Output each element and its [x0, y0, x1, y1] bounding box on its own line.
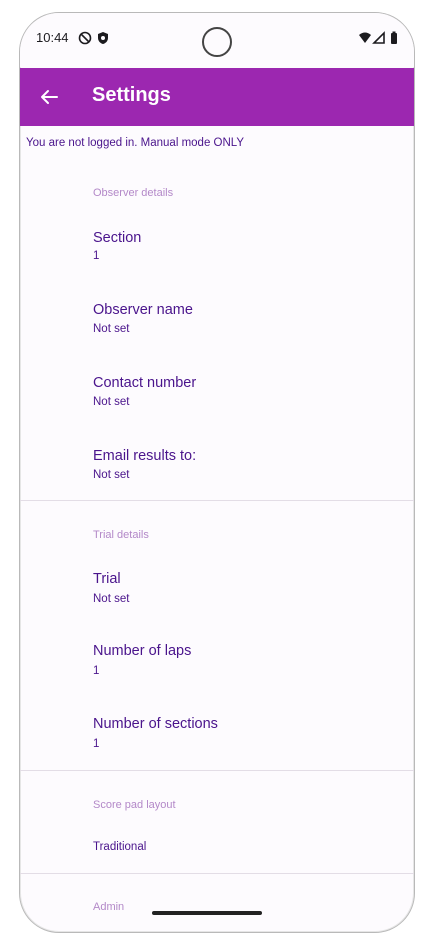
- category-observer-details: Observer details: [93, 187, 174, 199]
- page-title: Settings: [92, 84, 171, 106]
- pref-section-title: Section: [93, 230, 142, 246]
- back-arrow-icon[interactable]: [38, 86, 60, 108]
- app-bar: Settings: [20, 68, 414, 126]
- pref-number-of-laps-title: Number of laps: [93, 643, 192, 659]
- category-score-pad-layout: Score pad layout: [93, 799, 176, 811]
- login-notice: You are not logged in. Manual mode ONLY: [26, 137, 245, 149]
- divider: [20, 770, 414, 771]
- category-admin: Admin: [93, 901, 125, 913]
- pref-contact-number-value: Not set: [93, 396, 130, 408]
- pref-number-of-sections-title: Number of sections: [93, 716, 218, 732]
- pref-observer-name-title: Observer name: [93, 302, 193, 318]
- pref-section-value: 1: [93, 250, 100, 262]
- pref-number-of-sections-value: 1: [93, 738, 100, 750]
- gesture-nav-bar[interactable]: [152, 911, 262, 915]
- divider: [20, 873, 414, 874]
- shield-icon: [98, 32, 108, 44]
- pref-email-results-value: Not set: [93, 469, 130, 481]
- signal-icon: [372, 31, 385, 44]
- pref-observer-name-value: Not set: [93, 323, 130, 335]
- battery-icon: [391, 31, 397, 44]
- pref-trial-value: Not set: [93, 593, 130, 605]
- divider: [20, 500, 414, 501]
- pref-email-results-title: Email results to:: [93, 448, 197, 464]
- camera-cutout: [202, 27, 232, 57]
- wifi-icon: [359, 32, 371, 43]
- category-trial-details: Trial details: [93, 529, 149, 541]
- phone-frame: 10:44 Settings You are not logged in. Ma…: [19, 12, 415, 933]
- status-time: 10:44: [36, 30, 69, 45]
- pref-number-of-laps-value: 1: [93, 665, 100, 677]
- pref-trial-title: Trial: [93, 571, 121, 587]
- pref-score-pad-layout-value: Traditional: [93, 841, 147, 853]
- pref-contact-number-title: Contact number: [93, 375, 197, 391]
- status-bar: 10:44: [20, 13, 414, 67]
- do-not-disturb-icon: [78, 31, 92, 45]
